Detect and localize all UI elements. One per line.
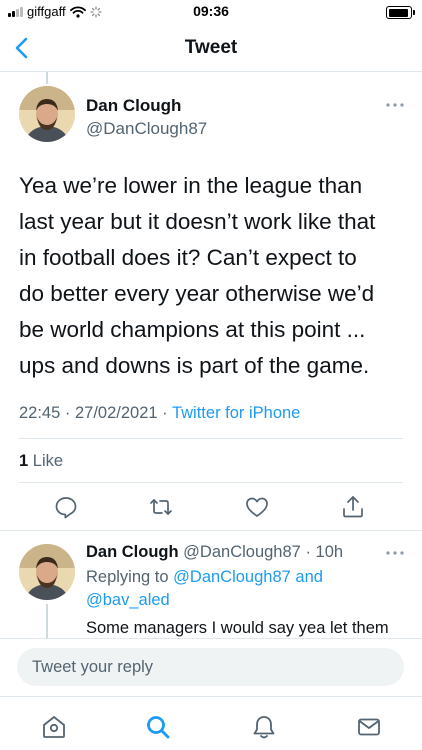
more-options-icon[interactable] — [385, 100, 405, 110]
reply-author-name: Dan Clough — [86, 543, 179, 561]
share-icon[interactable] — [340, 494, 366, 520]
reply-avatar[interactable] — [19, 544, 75, 600]
more-options-icon[interactable] — [385, 548, 405, 558]
retweet-icon[interactable] — [148, 494, 174, 520]
author-name[interactable]: Dan Clough — [86, 96, 181, 116]
tweet-source-link[interactable]: Twitter for iPhone — [172, 404, 300, 422]
status-time: 09:36 — [193, 3, 229, 19]
replying-user-link[interactable]: @bav_aled — [86, 591, 170, 609]
divider — [19, 482, 403, 483]
replying-to: Replying to @DanClough87 and @bav_aled — [86, 566, 386, 612]
thread-line — [46, 604, 48, 638]
thread-line — [46, 72, 48, 84]
reply-text: Some managers I would say yea let them — [86, 619, 389, 637]
like-count-number: 1 — [19, 452, 29, 470]
like-count-label: Like — [32, 452, 64, 470]
tweet-text: Yea we’re lower in the league than last … — [19, 173, 376, 378]
meta-separator: · — [64, 404, 71, 422]
divider — [0, 530, 422, 531]
status-bar: giffgaff 09:36 — [0, 0, 422, 26]
tweet-date: 27/02/2021 — [74, 404, 158, 422]
home-icon[interactable] — [41, 714, 67, 740]
reply-age: 10h — [315, 543, 344, 561]
replying-prefix: Replying to — [86, 568, 169, 586]
meta-separator: · — [305, 543, 311, 561]
reply-author-handle: @DanClough87 — [183, 543, 301, 561]
search-icon[interactable] — [145, 714, 171, 740]
tweet-meta: 22:45 · 27/02/2021 · Twitter for iPhone — [19, 404, 300, 423]
messages-icon[interactable] — [356, 714, 382, 740]
likes-count[interactable]: 1 Like — [19, 452, 63, 471]
replying-and: and — [295, 568, 323, 586]
notifications-icon[interactable] — [251, 714, 277, 740]
author-handle[interactable]: @DanClough87 — [86, 119, 207, 139]
meta-separator: · — [162, 404, 168, 422]
avatar[interactable] — [19, 86, 75, 142]
divider — [19, 438, 403, 439]
tweet-time: 22:45 — [19, 404, 61, 422]
reply-input[interactable] — [17, 648, 404, 686]
like-heart-icon[interactable] — [244, 494, 270, 520]
nav-bar: Tweet — [0, 26, 422, 72]
reply-icon[interactable] — [53, 494, 79, 520]
reply-header[interactable]: Dan Clough @DanClough87 · 10h — [86, 543, 343, 562]
page-title: Tweet — [184, 37, 238, 58]
replying-user-link[interactable]: @DanClough87 — [173, 568, 291, 586]
battery-icon — [386, 6, 415, 19]
